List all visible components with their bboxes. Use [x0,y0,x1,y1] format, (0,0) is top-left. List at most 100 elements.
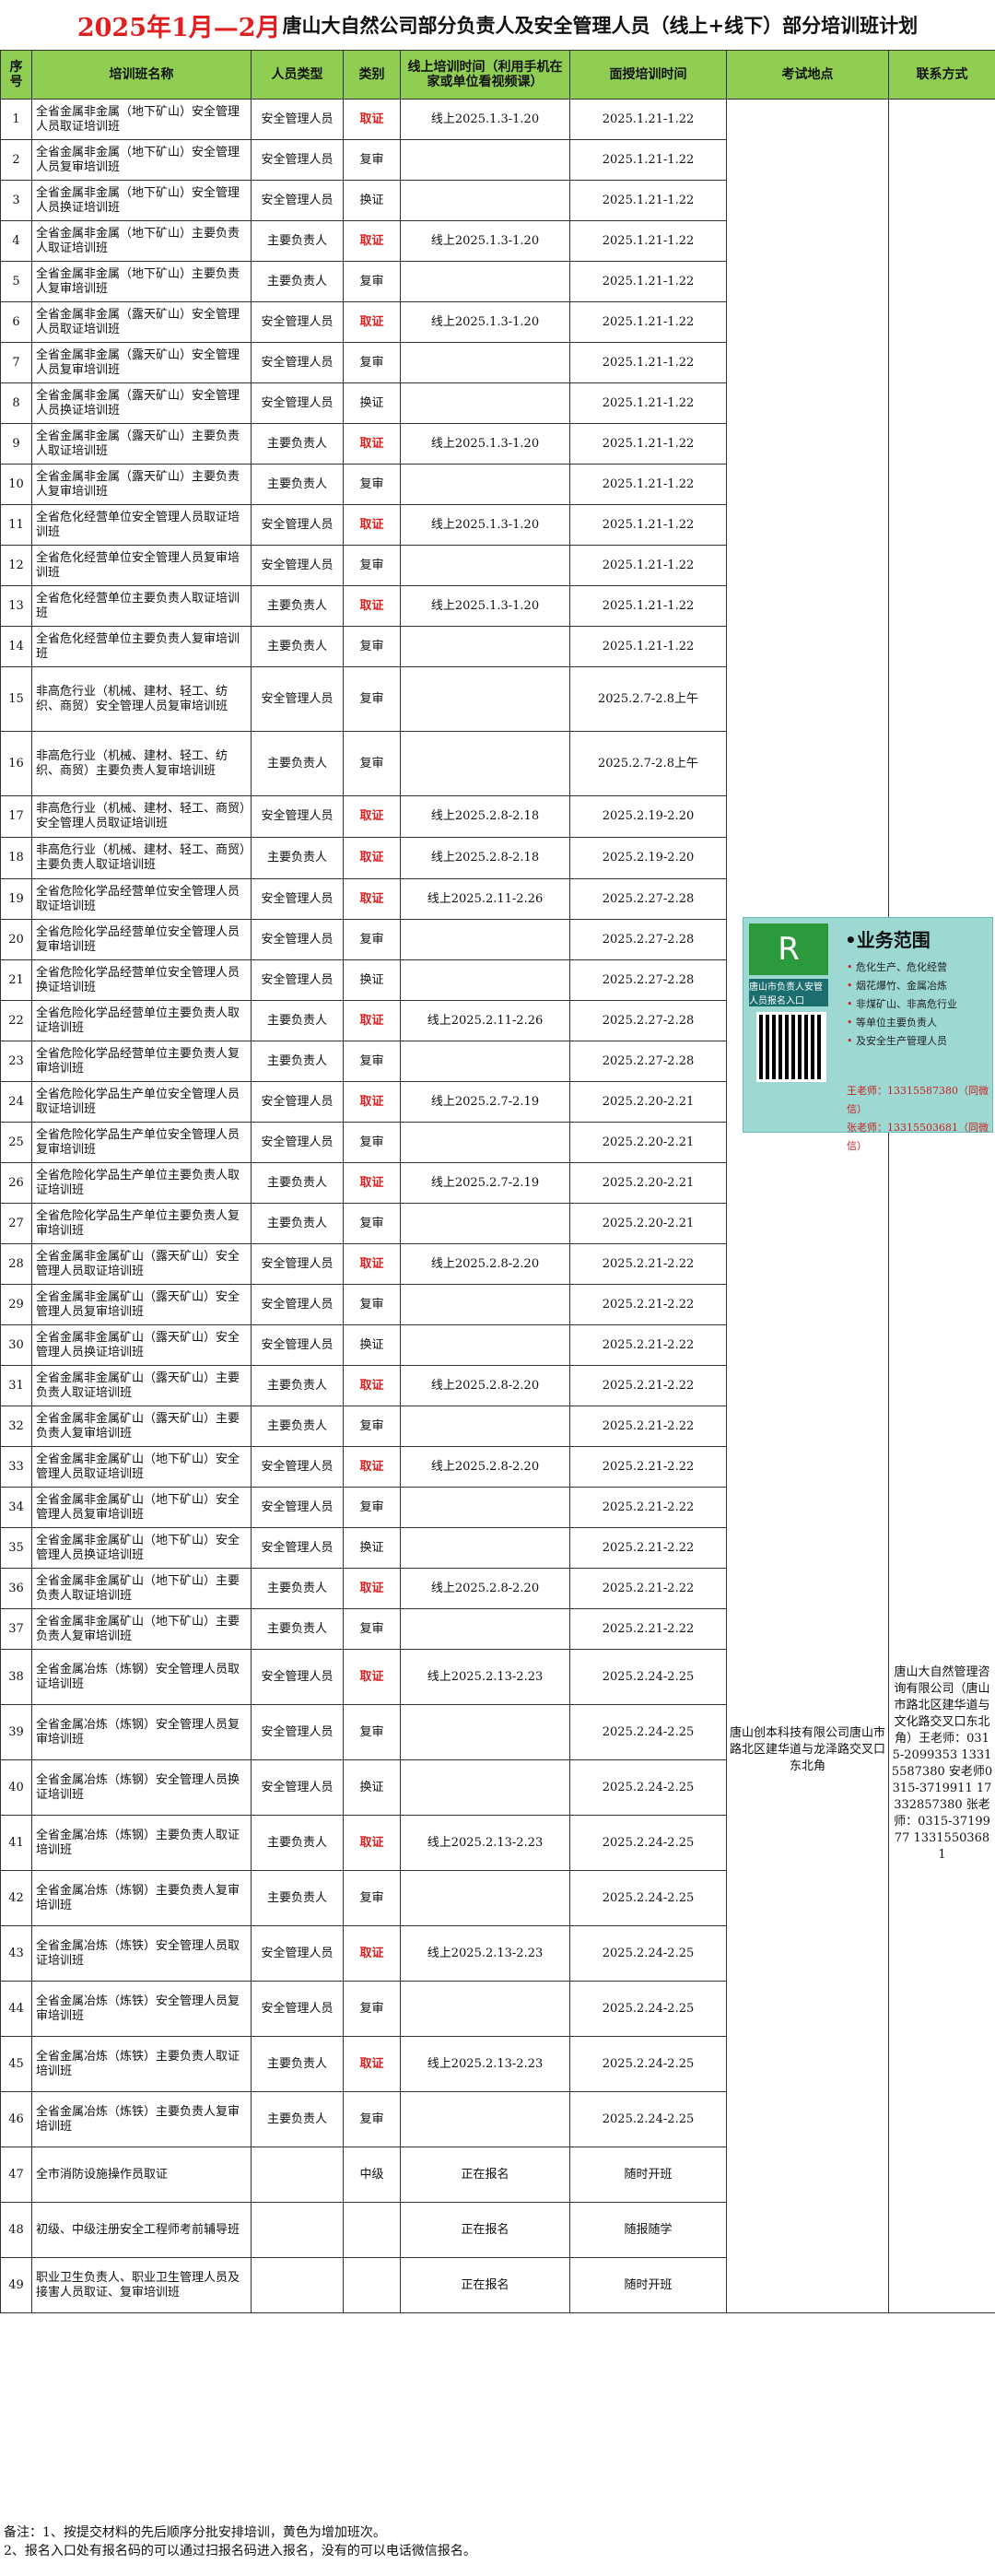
online-time: 线上2025.2.13-2.23 [400,1649,570,1705]
classroom-time: 2025.1.21-1.22 [569,423,727,465]
online-time: 线上2025.2.13-2.23 [400,1815,570,1871]
personnel-type: 主要负责人 [251,1406,344,1447]
personnel-type: 主要负责人 [251,1203,344,1244]
category: 复审 [343,1041,401,1082]
row-number: 29 [0,1284,32,1325]
category: 取证 [343,301,401,343]
category: 复审 [343,342,401,383]
online-time: 正在报名 [400,2147,570,2203]
online-time: 线上2025.2.13-2.23 [400,1925,570,1982]
row-number: 14 [0,626,32,667]
category: 取证 [343,1649,401,1705]
classroom-time: 2025.2.24-2.25 [569,1815,727,1871]
personnel-type: 安全管理人员 [251,1759,344,1816]
row-number: 40 [0,1759,32,1816]
course-name: 非高危行业（机械、建材、轻工、纺织、商贸）安全管理人员复审培训班 [31,666,252,732]
personnel-type: 安全管理人员 [251,1527,344,1569]
personnel-type: 安全管理人员 [251,301,344,343]
course-name: 非高危行业（机械、建材、轻工、纺织、商贸）主要负责人复审培训班 [31,731,252,796]
online-time [400,1759,570,1816]
course-name: 全省金属冶炼（炼铁）主要负责人复审培训班 [31,2091,252,2147]
ad-heading: •业务范围 [845,929,931,951]
online-time [400,180,570,221]
column-header: 序号 [0,50,32,100]
course-name: 全省危险化学品经营单位主要负责人取证培训班 [31,1000,252,1041]
course-name: 全省危化经营单位主要负责人复审培训班 [31,626,252,667]
row-number: 26 [0,1162,32,1204]
course-name: 全省金属冶炼（炼铁）安全管理人员复审培训班 [31,1981,252,2037]
course-name: 全省金属非金属（地下矿山）安全管理人员换证培训班 [31,180,252,221]
category: 换证 [343,1759,401,1816]
classroom-time: 2025.2.7-2.8上午 [569,666,727,732]
online-time [400,545,570,586]
title-text: 唐山大自然公司部分负责人及安全管理人员（线上+线下）部分培训班计划 [282,14,919,37]
course-name: 全省危险化学品经营单位安全管理人员换证培训班 [31,959,252,1001]
course-name: 全省金属非金属（地下矿山）安全管理人员取证培训班 [31,99,252,140]
online-time [400,959,570,1001]
course-name: 全省金属非金属（露天矿山）安全管理人员复审培训班 [31,342,252,383]
course-name: 全市消防设施操作员取证 [31,2147,252,2203]
course-name: 职业卫生负责人、职业卫生管理人员及接害人员取证、复审培训班 [31,2257,252,2313]
classroom-time: 2025.2.21-2.22 [569,1568,727,1609]
classroom-time: 2025.2.21-2.22 [569,1527,727,1569]
online-time [400,1981,570,2037]
course-name: 全省金属非金属矿山（地下矿山）主要负责人复审培训班 [31,1608,252,1650]
row-number: 6 [0,301,32,343]
qr-code-icon[interactable] [756,1012,826,1082]
category [343,2202,401,2258]
category [343,2257,401,2313]
classroom-time: 2025.2.24-2.25 [569,1704,727,1760]
row-number: 22 [0,1000,32,1041]
course-name: 全省金属非金属矿山（露天矿山）安全管理人员取证培训班 [31,1243,252,1285]
course-name: 全省金属冶炼（炼钢）安全管理人员复审培训班 [31,1704,252,1760]
personnel-type: 安全管理人员 [251,342,344,383]
category: 复审 [343,464,401,505]
row-number: 39 [0,1704,32,1760]
page: 2025年1月—2月 唐山大自然公司部分负责人及安全管理人员（线上+线下）部分培… [0,0,995,2558]
category: 取证 [343,1081,401,1123]
personnel-type: 安全管理人员 [251,919,344,960]
classroom-time: 2025.2.24-2.25 [569,1925,727,1982]
classroom-time: 2025.2.20-2.21 [569,1162,727,1204]
classroom-time: 2025.2.21-2.22 [569,1608,727,1650]
online-time [400,382,570,424]
category: 复审 [343,1981,401,2037]
business-scope-ad[interactable]: R 唐山市负责人安管人员报名入口 •业务范围 危化生产、危化经营烟花爆竹、金属冶… [743,917,993,1152]
contact-cell: 唐山大自然管理咨询有限公司（唐山市路北区建华道与文化路交叉口东北角）王老师：03… [888,99,995,2313]
personnel-type: 安全管理人员 [251,1649,344,1705]
category: 复审 [343,545,401,586]
personnel-type: 主要负责人 [251,2091,344,2147]
page-title: 2025年1月—2月 唐山大自然公司部分负责人及安全管理人员（线上+线下）部分培… [0,0,995,50]
ad-contact: 张老师：13315503681（同微信） [847,1122,989,1152]
column-header: 培训班名称 [31,50,252,100]
classroom-time: 2025.2.21-2.22 [569,1365,727,1406]
category: 复审 [343,139,401,181]
classroom-time: 2025.2.20-2.21 [569,1081,727,1123]
classroom-time: 2025.1.21-1.22 [569,220,727,262]
row-number: 1 [0,99,32,140]
category: 复审 [343,1284,401,1325]
note-1: 备注：1、按提交材料的先后顺序分批安排培训，黄色为增加班次。 [4,2525,386,2540]
row-number: 32 [0,1406,32,1447]
online-time: 线上2025.2.13-2.23 [400,2036,570,2092]
online-time: 线上2025.1.3-1.20 [400,504,570,546]
online-time: 线上2025.2.7-2.19 [400,1162,570,1204]
column-header: 线上培训时间（利用手机在家或单位看视频课） [400,50,570,100]
personnel-type: 安全管理人员 [251,1081,344,1123]
classroom-time: 2025.2.24-2.25 [569,1981,727,2037]
personnel-type: 主要负责人 [251,837,344,879]
classroom-time: 2025.2.21-2.22 [569,1487,727,1528]
category: 复审 [343,626,401,667]
online-time [400,1284,570,1325]
personnel-type: 安全管理人员 [251,1981,344,2037]
course-name: 全省危险化学品生产单位主要负责人取证培训班 [31,1162,252,1204]
row-number: 43 [0,1925,32,1982]
personnel-type: 主要负责人 [251,1870,344,1926]
classroom-time: 随时开班 [569,2147,727,2203]
online-time: 线上2025.2.8-2.20 [400,1446,570,1488]
classroom-time: 2025.2.21-2.22 [569,1324,727,1366]
classroom-time: 2025.1.21-1.22 [569,626,727,667]
online-time [400,731,570,796]
personnel-type: 安全管理人员 [251,1324,344,1366]
personnel-type: 安全管理人员 [251,504,344,546]
